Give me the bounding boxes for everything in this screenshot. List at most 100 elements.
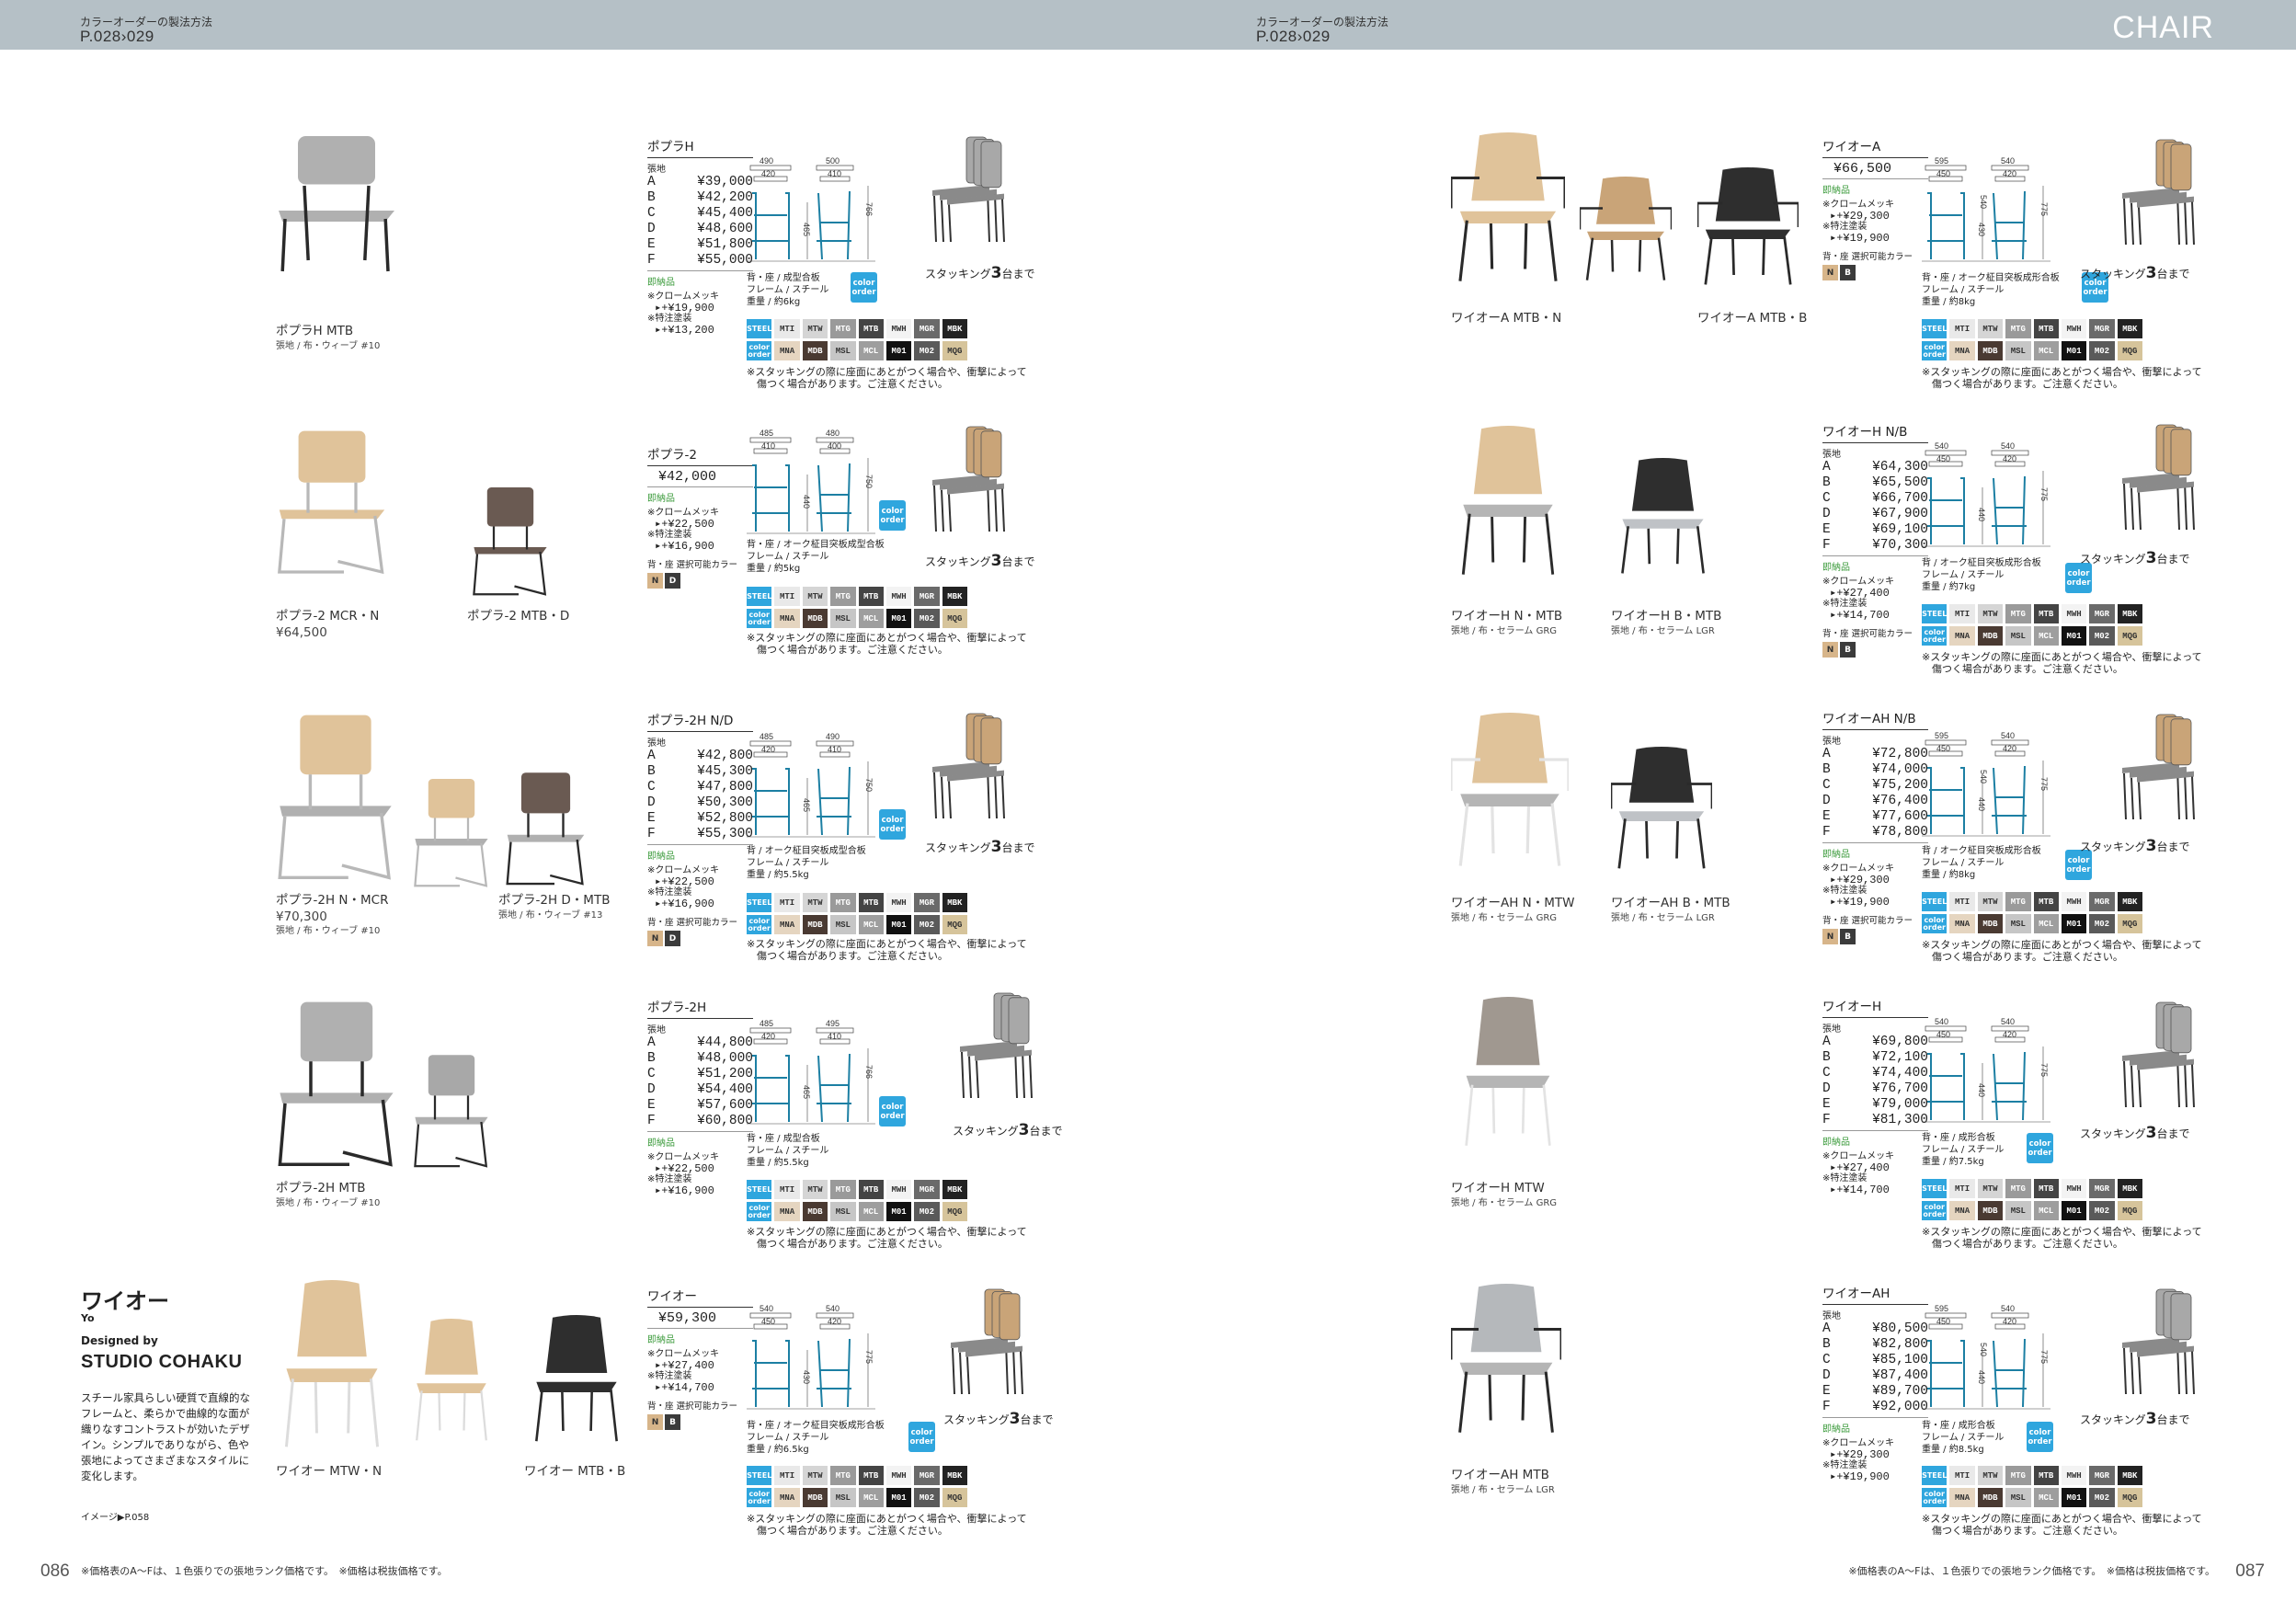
frame-color-msl[interactable]: MSL — [2005, 1488, 2031, 1507]
frame-color-mwh[interactable]: MWH — [885, 319, 912, 338]
color-order-button-0[interactable]: color order — [851, 272, 877, 303]
frame-color-m01[interactable]: M01 — [885, 915, 912, 934]
frame-color-mgr[interactable]: MGR — [914, 893, 940, 912]
frame-color-mcl[interactable]: MCL — [858, 341, 884, 360]
frame-color-mtw[interactable]: MTW — [802, 587, 828, 606]
frame-color-mtg[interactable]: MTG — [2005, 1179, 2031, 1198]
frame-color-mtw[interactable]: MTW — [1977, 892, 2004, 911]
swatch-b[interactable]: B — [665, 1414, 680, 1430]
frame-color-mcl[interactable]: MCL — [2033, 1201, 2059, 1220]
swatch-n[interactable]: N — [647, 931, 663, 946]
frame-color-mtg[interactable]: MTG — [2005, 1466, 2031, 1485]
frame-color-mti[interactable]: MTI — [1949, 604, 1975, 623]
frame-color-mqg[interactable]: MQG — [942, 609, 967, 628]
frame-color-mtb[interactable]: MTB — [2033, 892, 2059, 911]
frame-color-mtg[interactable]: MTG — [2005, 892, 2031, 911]
swatch-b[interactable]: B — [1840, 265, 1856, 280]
color-order-button-3[interactable]: color order — [879, 1096, 906, 1127]
swatch-b[interactable]: D — [665, 931, 680, 946]
frame-color-mgr[interactable]: MGR — [2089, 319, 2115, 338]
frame-color-mtg[interactable]: MTG — [830, 587, 856, 606]
frame-color-m01[interactable]: M01 — [885, 1202, 912, 1221]
frame-color-mtb[interactable]: MTB — [2033, 319, 2059, 338]
frame-color-mqg[interactable]: MQG — [942, 915, 967, 934]
frame-color-m01[interactable]: M01 — [885, 609, 912, 628]
frame-color-mgr[interactable]: MGR — [914, 1180, 940, 1199]
frame-color-mcl[interactable]: MCL — [2033, 341, 2059, 360]
frame-color-mna[interactable]: MNA — [1949, 341, 1975, 360]
frame-color-m02[interactable]: M02 — [914, 915, 940, 934]
frame-color-m02[interactable]: M02 — [2089, 341, 2115, 360]
frame-color-mtb[interactable]: MTB — [858, 1180, 884, 1199]
frame-color-mwh[interactable]: MWH — [2061, 604, 2087, 623]
frame-color-msl[interactable]: MSL — [2005, 626, 2031, 646]
frame-color-mqg[interactable]: MQG — [2117, 341, 2142, 360]
color-order-button-4[interactable]: color order — [908, 1422, 935, 1452]
swatch-b[interactable]: B — [1840, 929, 1856, 944]
frame-color-mti[interactable]: MTI — [1949, 1179, 1975, 1198]
frame-color-mti[interactable]: MTI — [774, 1180, 800, 1199]
frame-color-mcl[interactable]: MCL — [858, 915, 884, 934]
frame-color-mtg[interactable]: MTG — [830, 893, 856, 912]
frame-color-m02[interactable]: M02 — [914, 1488, 940, 1507]
frame-color-mgr[interactable]: MGR — [2089, 604, 2115, 623]
frame-color-mtb[interactable]: MTB — [858, 319, 884, 338]
frame-color-mdb[interactable]: MDB — [1977, 626, 2004, 646]
frame-color-mna[interactable]: MNA — [1949, 914, 1975, 933]
color-order-button-2[interactable]: color order — [879, 809, 906, 840]
frame-color-msl[interactable]: MSL — [2005, 1201, 2031, 1220]
frame-color-mna[interactable]: MNA — [774, 915, 800, 934]
color-order-button-1[interactable]: color order — [879, 500, 906, 531]
color-order-button-8[interactable]: color order — [2027, 1133, 2053, 1163]
frame-color-m01[interactable]: M01 — [2061, 914, 2087, 933]
frame-color-mtb[interactable]: MTB — [2033, 1179, 2059, 1198]
frame-color-mtg[interactable]: MTG — [2005, 604, 2031, 623]
frame-color-mbk[interactable]: MBK — [942, 319, 967, 338]
frame-color-mbk[interactable]: MBK — [2117, 892, 2142, 911]
frame-color-mtb[interactable]: MTB — [2033, 1466, 2059, 1485]
frame-color-m02[interactable]: M02 — [2089, 626, 2115, 646]
frame-color-mtb[interactable]: MTB — [858, 587, 884, 606]
frame-color-msl[interactable]: MSL — [2005, 341, 2031, 360]
frame-color-mqg[interactable]: MQG — [2117, 1488, 2142, 1507]
frame-color-msl[interactable]: MSL — [830, 1488, 856, 1507]
frame-color-mdb[interactable]: MDB — [802, 1202, 828, 1221]
frame-color-mgr[interactable]: MGR — [914, 319, 940, 338]
frame-color-mdb[interactable]: MDB — [802, 341, 828, 360]
frame-color-mtw[interactable]: MTW — [802, 1180, 828, 1199]
frame-color-mtg[interactable]: MTG — [830, 1180, 856, 1199]
frame-color-msl[interactable]: MSL — [2005, 914, 2031, 933]
frame-color-mbk[interactable]: MBK — [942, 587, 967, 606]
frame-color-mcl[interactable]: MCL — [2033, 1488, 2059, 1507]
frame-color-mbk[interactable]: MBK — [942, 1466, 967, 1485]
frame-color-m02[interactable]: M02 — [2089, 1488, 2115, 1507]
frame-color-mdb[interactable]: MDB — [802, 609, 828, 628]
frame-color-mna[interactable]: MNA — [1949, 1488, 1975, 1507]
frame-color-mti[interactable]: MTI — [1949, 1466, 1975, 1485]
frame-color-mcl[interactable]: MCL — [858, 609, 884, 628]
frame-color-mwh[interactable]: MWH — [2061, 1179, 2087, 1198]
frame-color-mqg[interactable]: MQG — [2117, 914, 2142, 933]
frame-color-mna[interactable]: MNA — [1949, 626, 1975, 646]
frame-color-mtw[interactable]: MTW — [802, 1466, 828, 1485]
color-order-button-9[interactable]: color order — [2027, 1422, 2053, 1452]
frame-color-mbk[interactable]: MBK — [2117, 1466, 2142, 1485]
frame-color-mtb[interactable]: MTB — [2033, 604, 2059, 623]
frame-color-mti[interactable]: MTI — [774, 319, 800, 338]
frame-color-mti[interactable]: MTI — [1949, 892, 1975, 911]
frame-color-mcl[interactable]: MCL — [858, 1488, 884, 1507]
frame-color-mtg[interactable]: MTG — [2005, 319, 2031, 338]
frame-color-mbk[interactable]: MBK — [2117, 604, 2142, 623]
swatch-b[interactable]: D — [665, 573, 680, 589]
frame-color-mwh[interactable]: MWH — [885, 1466, 912, 1485]
frame-color-mtw[interactable]: MTW — [1977, 319, 2004, 338]
frame-color-mtg[interactable]: MTG — [830, 1466, 856, 1485]
frame-color-m02[interactable]: M02 — [914, 341, 940, 360]
frame-color-mti[interactable]: MTI — [774, 893, 800, 912]
frame-color-mbk[interactable]: MBK — [2117, 319, 2142, 338]
frame-color-mcl[interactable]: MCL — [2033, 914, 2059, 933]
frame-color-m01[interactable]: M01 — [885, 341, 912, 360]
frame-color-m01[interactable]: M01 — [2061, 1201, 2087, 1220]
swatch-n[interactable]: N — [1822, 265, 1838, 280]
frame-color-msl[interactable]: MSL — [830, 915, 856, 934]
